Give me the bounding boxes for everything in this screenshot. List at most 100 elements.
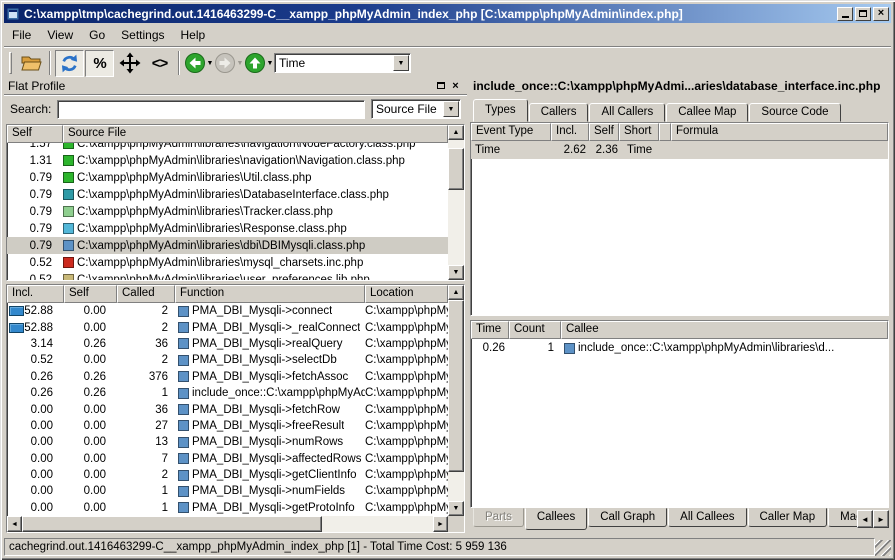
- event-table-header-blank[interactable]: [659, 123, 671, 141]
- event-table-header-formula[interactable]: Formula: [671, 123, 888, 141]
- tab-callees[interactable]: Callees: [525, 508, 587, 530]
- file-list-row[interactable]: 0.79C:\xampp\phpMyAdmin\libraries\Databa…: [7, 186, 448, 203]
- function-table-header-incl-[interactable]: Incl.: [7, 285, 64, 303]
- function-table-header-called[interactable]: Called: [117, 285, 175, 303]
- called-cell: 1: [117, 502, 175, 514]
- dropdown-arrow-icon[interactable]: ▼: [237, 60, 244, 67]
- scrollbar-track[interactable]: [448, 140, 464, 265]
- file-list-row[interactable]: 0.79C:\xampp\phpMyAdmin\libraries\Util.c…: [7, 169, 448, 186]
- menu-settings[interactable]: Settings: [113, 26, 172, 44]
- tab-caller-map[interactable]: Caller Map: [748, 508, 828, 527]
- scrollbar-track[interactable]: [22, 516, 433, 532]
- function-row[interactable]: 0.000.001PMA_DBI_Mysqli->getProtoInfoC:\…: [7, 500, 448, 516]
- function-row[interactable]: 0.000.0036PMA_DBI_Mysqli->fetchRowC:\xam…: [7, 401, 448, 417]
- expand-button[interactable]: <>: [145, 50, 174, 77]
- event-table-header-incl-[interactable]: Incl.: [551, 123, 589, 141]
- search-input[interactable]: [57, 100, 365, 119]
- function-row[interactable]: 0.000.007PMA_DBI_Mysqli->affectedRowsC:\…: [7, 451, 448, 467]
- scroll-left-button[interactable]: ◄: [7, 516, 22, 532]
- toolbar-handle[interactable]: [9, 52, 12, 74]
- float-dock-button[interactable]: [433, 79, 448, 93]
- scrollbar-thumb[interactable]: [22, 516, 322, 532]
- reload-button[interactable]: [55, 50, 84, 77]
- file-list-scrollbar[interactable]: ▲ ▼: [448, 125, 464, 280]
- function-table-header-self[interactable]: Self: [64, 285, 117, 303]
- tab-call-graph[interactable]: Call Graph: [588, 508, 667, 527]
- event-table-header-event-type[interactable]: Event Type: [471, 123, 551, 141]
- file-list-row[interactable]: 1.31C:\xampp\phpMyAdmin\libraries\naviga…: [7, 152, 448, 169]
- menu-go[interactable]: Go: [81, 26, 113, 44]
- file-list-header-self[interactable]: Self: [7, 125, 63, 143]
- tab-all-callees[interactable]: All Callees: [668, 508, 746, 527]
- menu-bar: FileViewGoSettingsHelp: [4, 25, 891, 45]
- tab-callers[interactable]: Callers: [529, 103, 589, 122]
- close-button[interactable]: ×: [873, 7, 889, 21]
- menu-view[interactable]: View: [39, 26, 81, 44]
- function-row[interactable]: 52.880.002PMA_DBI_Mysqli->connectC:\xamp…: [7, 303, 448, 319]
- forward-button[interactable]: ▼: [214, 50, 243, 77]
- function-row[interactable]: 0.000.001PMA_DBI_Mysqli->numFieldsC:\xam…: [7, 483, 448, 499]
- maximize-button[interactable]: [855, 7, 871, 21]
- file-list-row[interactable]: 0.79C:\xampp\phpMyAdmin\libraries\Tracke…: [7, 203, 448, 220]
- function-row[interactable]: 52.880.002PMA_DBI_Mysqli->_realConnectC:…: [7, 319, 448, 335]
- file-list-row[interactable]: 0.79C:\xampp\phpMyAdmin\libraries\dbi\DB…: [7, 237, 448, 254]
- grouping-select[interactable]: Source File ▼: [371, 99, 461, 119]
- scrollbar-thumb[interactable]: [448, 148, 464, 190]
- event-table-header-self[interactable]: Self: [589, 123, 619, 141]
- tab-scroll-right-button[interactable]: ►: [873, 510, 889, 528]
- detach-button[interactable]: [115, 50, 144, 77]
- dropdown-arrow-icon[interactable]: ▼: [267, 60, 274, 67]
- scroll-up-button[interactable]: ▲: [448, 285, 464, 300]
- file-list-header-source-file[interactable]: Source File: [63, 125, 448, 143]
- function-table-scrollbar[interactable]: ▲ ▼: [448, 285, 464, 516]
- function-row[interactable]: 0.520.002PMA_DBI_Mysqli->selectDbC:\xamp…: [7, 352, 448, 368]
- event-type-select[interactable]: Time ▼: [274, 53, 411, 73]
- function-row[interactable]: 0.000.002PMA_DBI_Mysqli->getClientInfoC:…: [7, 467, 448, 483]
- close-dock-button[interactable]: ×: [448, 79, 463, 93]
- scroll-down-button[interactable]: ▼: [448, 501, 464, 516]
- callee-table-header-time[interactable]: Time: [471, 321, 509, 339]
- function-row[interactable]: 0.260.261include_once::C:\xampp\phpMyAd.…: [7, 385, 448, 401]
- dropdown-arrow-icon[interactable]: ▼: [207, 60, 214, 67]
- event-type-row[interactable]: Time2.622.36Time: [471, 141, 888, 159]
- scrollbar-thumb[interactable]: [448, 300, 464, 472]
- file-list-row[interactable]: 1.57C:\xampp\phpMyAdmin\libraries\naviga…: [7, 143, 448, 152]
- tab-parts[interactable]: Parts: [473, 508, 524, 527]
- up-button[interactable]: ▼: [244, 50, 273, 77]
- tab-all-callers[interactable]: All Callers: [589, 103, 665, 122]
- event-table-header-short[interactable]: Short: [619, 123, 659, 141]
- menu-help[interactable]: Help: [173, 26, 214, 44]
- title-bar[interactable]: C:\xampp\tmp\cachegrind.out.1416463299-C…: [4, 4, 891, 23]
- resize-grip[interactable]: [875, 540, 891, 556]
- scroll-right-button[interactable]: ►: [433, 516, 448, 532]
- scroll-up-button[interactable]: ▲: [448, 125, 464, 140]
- function-table-hscrollbar[interactable]: ◄ ►: [7, 516, 448, 532]
- chevron-down-icon[interactable]: ▼: [393, 55, 409, 71]
- relative-cost-button[interactable]: %: [85, 50, 114, 77]
- back-button[interactable]: ▼: [184, 50, 213, 77]
- tab-source-code[interactable]: Source Code: [749, 103, 840, 122]
- file-list-row[interactable]: 0.52C:\xampp\phpMyAdmin\libraries\mysql_…: [7, 254, 448, 271]
- tab-types[interactable]: Types: [473, 99, 528, 122]
- tab-machine[interactable]: Machine: [828, 508, 857, 527]
- scroll-down-button[interactable]: ▼: [448, 265, 464, 280]
- chevron-down-icon[interactable]: ▼: [443, 101, 459, 117]
- scrollbar-track[interactable]: [448, 300, 464, 501]
- tab-callee-map[interactable]: Callee Map: [666, 103, 748, 122]
- callee-table-header-count[interactable]: Count: [509, 321, 561, 339]
- function-table-header-function[interactable]: Function: [175, 285, 365, 303]
- function-table-header-location[interactable]: Location: [365, 285, 448, 303]
- callee-table-header-callee[interactable]: Callee: [561, 321, 888, 339]
- callee-row[interactable]: 0.261include_once::C:\xampp\phpMyAdmin\l…: [471, 339, 888, 357]
- open-button[interactable]: [16, 50, 45, 77]
- function-row[interactable]: 0.000.0013PMA_DBI_Mysqli->numRowsC:\xamp…: [7, 434, 448, 450]
- function-row[interactable]: 0.260.26376PMA_DBI_Mysqli->fetchAssocC:\…: [7, 369, 448, 385]
- file-list-row[interactable]: 0.52C:\xampp\phpMyAdmin\libraries\user_p…: [7, 271, 448, 280]
- function-row[interactable]: 0.000.0027PMA_DBI_Mysqli->freeResultC:\x…: [7, 418, 448, 434]
- function-row[interactable]: 3.140.2636PMA_DBI_Mysqli->realQueryC:\xa…: [7, 336, 448, 352]
- minimize-button[interactable]: [837, 7, 853, 21]
- tab-scroll-left-button[interactable]: ◄: [857, 510, 873, 528]
- menu-file[interactable]: File: [4, 26, 39, 44]
- status-text: cachegrind.out.1416463299-C__xampp_phpMy…: [4, 538, 875, 556]
- file-list-row[interactable]: 0.79C:\xampp\phpMyAdmin\libraries\Respon…: [7, 220, 448, 237]
